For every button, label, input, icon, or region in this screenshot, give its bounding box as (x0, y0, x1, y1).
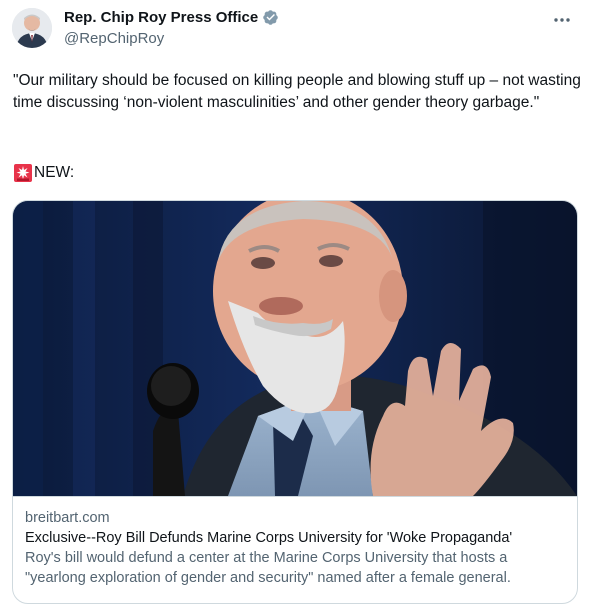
author-avatar[interactable] (12, 8, 52, 48)
verified-badge-icon[interactable] (262, 9, 279, 26)
author-handle[interactable]: @RepChipRoy (64, 30, 164, 47)
card-image[interactable] (13, 201, 577, 497)
avatar-image (12, 8, 52, 48)
card-description: Roy's bill would defund a center at the … (25, 550, 511, 586)
card-title: Exclusive--Roy Bill Defunds Marine Corps… (25, 530, 513, 546)
card-meta: breitbart.com Exclusive--Roy Bill Defund… (25, 508, 570, 588)
link-preview-card[interactable]: breitbart.com Exclusive--Roy Bill Defund… (12, 200, 578, 604)
rotating-light-icon (14, 164, 32, 182)
new-label: NEW: (34, 164, 75, 181)
tweet-text: "Our military should be focused on killi… (13, 72, 581, 111)
tweet-new-line: NEW: (13, 163, 74, 183)
article-photo (13, 201, 577, 496)
more-options-icon[interactable] (552, 10, 572, 30)
author-name-row: Rep. Chip Roy Press Office (64, 9, 279, 26)
author-display-name[interactable]: Rep. Chip Roy Press Office (64, 9, 258, 26)
card-domain: breitbart.com (25, 510, 110, 526)
tweet[interactable]: Rep. Chip Roy Press Office @RepChipRoy "… (0, 0, 590, 615)
